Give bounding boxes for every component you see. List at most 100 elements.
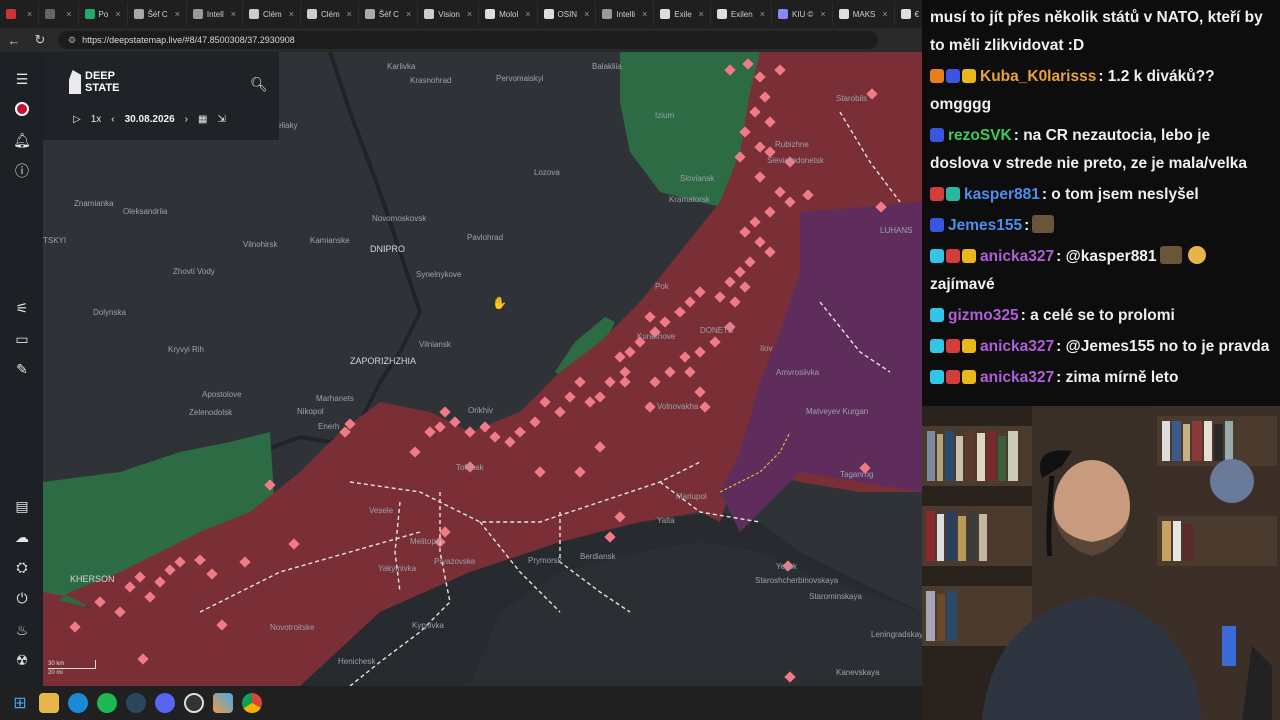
- browser-tab[interactable]: MAKS ×: [833, 2, 895, 26]
- tab-close-icon[interactable]: ×: [525, 9, 530, 19]
- tab-close-icon[interactable]: ×: [289, 9, 294, 19]
- browser-tab[interactable]: Exile ×: [654, 2, 711, 26]
- place-label: Amvrosiivka: [776, 368, 820, 377]
- place-label: Izium: [655, 111, 675, 120]
- place-label: Zelenodolsk: [189, 408, 233, 417]
- browser-tab[interactable]: OSIN ×: [538, 2, 597, 26]
- reload-icon[interactable]: ↻: [32, 32, 48, 48]
- browser-tab[interactable]: Clém ×: [301, 2, 359, 26]
- tab-close-icon[interactable]: ×: [820, 9, 825, 19]
- file-explorer-icon[interactable]: [39, 693, 59, 713]
- info-icon[interactable]: ⓘ: [12, 161, 32, 181]
- place-label: Karlivka: [387, 62, 416, 71]
- language-flag-icon[interactable]: [12, 99, 32, 119]
- bell-icon[interactable]: 🔔︎: [12, 130, 32, 150]
- place-label: Kryvyi Rih: [168, 345, 205, 354]
- site-info-icon[interactable]: ⚙: [68, 35, 76, 46]
- satellite-icon[interactable]: ⛭: [12, 557, 32, 577]
- chat-message: Kuba_K0larisss: 1.2 k diváků?? omgggg: [930, 63, 1272, 119]
- edge-icon[interactable]: [68, 693, 88, 713]
- tab-label: KIU ©: [791, 9, 814, 19]
- chat-badge-icon: [930, 339, 944, 353]
- chat-username[interactable]: Jemes155: [948, 217, 1022, 234]
- browser-tab[interactable]: Exilen ×: [711, 2, 772, 26]
- browser-tab[interactable]: Intell ×: [187, 2, 244, 26]
- map-view[interactable]: ✋ Karlivka Krasnohrad Pervomaiskyi Balaklii…: [0, 52, 922, 686]
- tab-close-icon[interactable]: ×: [231, 9, 236, 19]
- ruler-icon[interactable]: ▭: [12, 329, 32, 349]
- place-label: Vilniansk: [419, 340, 451, 349]
- browser-tab[interactable]: ×: [0, 2, 40, 26]
- chat-username[interactable]: gizmo325: [948, 307, 1019, 324]
- chat-username[interactable]: anicka327: [980, 248, 1054, 265]
- prev-date-icon[interactable]: ‹: [111, 114, 114, 125]
- tab-close-icon[interactable]: ×: [584, 9, 589, 19]
- tab-close-icon[interactable]: ×: [760, 9, 765, 19]
- spotify-icon[interactable]: [97, 693, 117, 713]
- place-label: Oleksandriia: [123, 207, 168, 216]
- tab-label: Po: [98, 9, 109, 19]
- chat-message: gizmo325: a celé se to prolomi: [930, 302, 1272, 330]
- place-label: Apostolove: [202, 390, 242, 399]
- deepstate-logo[interactable]: DEEP STATE: [69, 70, 119, 94]
- power-icon[interactable]: ⏻: [12, 588, 32, 608]
- chat-username[interactable]: Kuba_K0larisss: [980, 68, 1096, 85]
- tab-favicon-icon: [6, 9, 16, 19]
- tab-close-icon[interactable]: ×: [66, 9, 71, 19]
- chrome-icon[interactable]: [242, 693, 262, 713]
- tab-close-icon[interactable]: ×: [642, 9, 647, 19]
- tab-favicon-icon: [900, 9, 911, 19]
- tab-close-icon[interactable]: ×: [27, 9, 32, 19]
- menu-icon[interactable]: ☰: [12, 69, 32, 89]
- tab-close-icon[interactable]: ×: [406, 9, 411, 19]
- next-date-icon[interactable]: ›: [185, 114, 188, 125]
- chat-badge-icon: [930, 128, 944, 142]
- tab-close-icon[interactable]: ×: [347, 9, 352, 19]
- tab-close-icon[interactable]: ×: [115, 9, 120, 19]
- search-icon[interactable]: 🔍︎: [250, 76, 268, 93]
- tab-favicon-icon: [192, 9, 203, 19]
- tab-close-icon[interactable]: ×: [467, 9, 472, 19]
- collapse-icon[interactable]: ⇲: [217, 114, 225, 125]
- browser-tab[interactable]: Molol ×: [479, 2, 538, 26]
- browser-tab[interactable]: Clém ×: [243, 2, 301, 26]
- steam-icon[interactable]: [126, 693, 146, 713]
- radiation-icon[interactable]: ☢: [12, 650, 32, 670]
- date-display[interactable]: 30.08.2026: [125, 114, 175, 125]
- browser-tab[interactable]: Intelli ×: [596, 2, 655, 26]
- place-label: Taganrog: [840, 470, 874, 479]
- sliders-icon[interactable]: ⚟: [12, 298, 32, 318]
- speed-button[interactable]: 1x: [91, 114, 102, 125]
- play-icon[interactable]: ▷: [73, 114, 81, 125]
- browser-tab[interactable]: Šéf C ×: [359, 2, 419, 26]
- browser-tab[interactable]: Šéf C ×: [128, 2, 187, 26]
- tab-favicon-icon: [84, 9, 95, 19]
- browser-tab[interactable]: ×: [39, 2, 79, 26]
- browser-tab[interactable]: Vision ×: [418, 2, 480, 26]
- tab-close-icon[interactable]: ×: [882, 9, 887, 19]
- chat-username[interactable]: kasper881: [964, 186, 1040, 203]
- app-icon[interactable]: [213, 693, 233, 713]
- chat-text: : @kasper881: [1056, 248, 1157, 265]
- chart-icon[interactable]: ▤: [12, 496, 32, 516]
- fire-icon[interactable]: ♨: [12, 620, 32, 640]
- place-label: Ilov: [760, 344, 773, 353]
- tab-close-icon[interactable]: ×: [175, 9, 180, 19]
- browser-tab[interactable]: Po ×: [79, 2, 128, 26]
- back-icon[interactable]: ←: [6, 33, 22, 48]
- calendar-icon[interactable]: ▦: [198, 114, 207, 125]
- chat-badge-icon: [962, 249, 976, 263]
- url-field[interactable]: ⚙ https://deepstatemap.live/#8/47.850030…: [58, 31, 878, 49]
- draw-icon[interactable]: ✎: [12, 359, 32, 379]
- browser-tab[interactable]: KIU © ×: [772, 2, 833, 26]
- obs-icon[interactable]: [184, 693, 204, 713]
- chat-username[interactable]: rezoSVK: [948, 127, 1012, 144]
- windows-start-icon[interactable]: ⊞: [10, 693, 30, 713]
- chat-username[interactable]: anicka327: [980, 338, 1054, 355]
- tab-close-icon[interactable]: ×: [699, 9, 704, 19]
- chat-text: : a celé se to prolomi: [1020, 307, 1175, 324]
- discord-icon[interactable]: [155, 693, 175, 713]
- cloud-icon[interactable]: ☁: [12, 527, 32, 547]
- chat-username[interactable]: anicka327: [980, 369, 1054, 386]
- browser-tab[interactable]: €×: [895, 2, 922, 26]
